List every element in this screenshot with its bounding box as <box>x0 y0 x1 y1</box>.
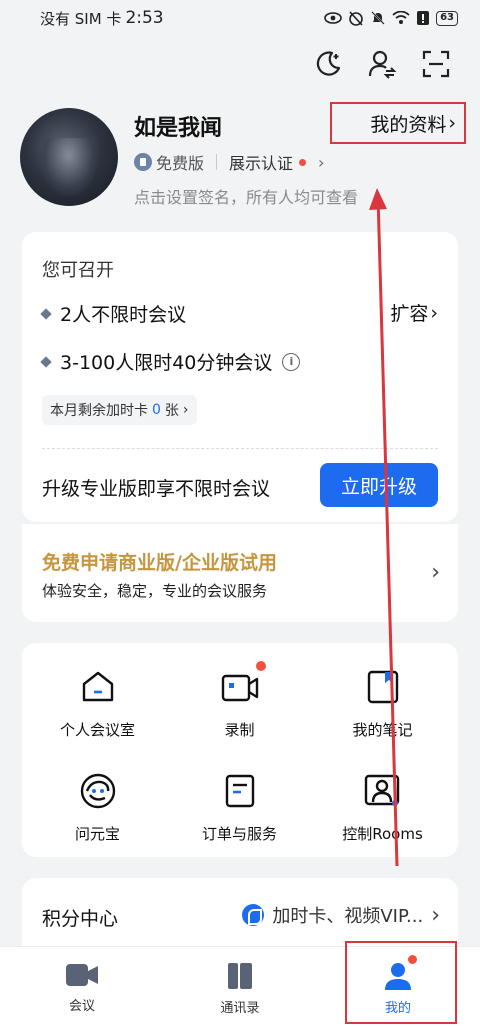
diamond-bullet-icon <box>40 307 52 320</box>
verify-link[interactable]: 展示认证 › <box>229 150 324 174</box>
edition-label: 免费版 <box>156 154 205 173</box>
tab-meeting[interactable]: 会议 <box>22 961 142 1014</box>
recording-notification-dot <box>255 661 266 671</box>
tab-contacts[interactable]: 通讯录 <box>180 961 300 1016</box>
upgrade-prompt: 升级专业版即享不限时会议 <box>42 478 271 500</box>
my-info-link[interactable]: 我的资料 › <box>330 102 466 144</box>
grid-item-label: 控制Rooms <box>342 825 423 843</box>
info-icon[interactable]: i <box>282 352 301 371</box>
trial-description: 体验安全，稳定，专业的会议服务 <box>42 582 268 600</box>
dark-mode-button[interactable] <box>312 48 344 80</box>
account-badges: 免费版 展示认证 › <box>134 150 324 174</box>
grid-item-label: 录制 <box>224 721 255 739</box>
alarm-off-icon <box>349 11 363 26</box>
alert-icon <box>417 11 430 25</box>
chevron-right-icon: › <box>318 152 325 172</box>
clock-time: 2:53 <box>125 8 164 28</box>
grid-item-rooms[interactable]: 控制Rooms <box>310 771 455 844</box>
top-actions <box>312 48 452 80</box>
grid-item-personal-room[interactable]: 个人会议室 <box>25 667 170 740</box>
order-icon <box>220 771 260 811</box>
meeting-tab-icon <box>66 964 98 986</box>
tab-label: 会议 <box>68 999 95 1014</box>
plan-label: 2人不限时会议 <box>60 304 187 326</box>
dashed-divider <box>42 448 438 449</box>
card-heading: 您可召开 <box>42 260 114 281</box>
verify-notification-dot <box>299 158 307 166</box>
chevron-right-icon: › <box>431 560 440 585</box>
annotation-highlight-box <box>345 941 457 1024</box>
user-name: 如是我闻 <box>134 116 223 141</box>
addon-prefix: 本月剩余加时卡 <box>50 403 148 419</box>
badge-divider <box>216 154 218 170</box>
edition-badge[interactable]: 免费版 <box>134 150 204 174</box>
plan-label: 3-100人限时40分钟会议 <box>60 352 273 374</box>
chevron-right-icon: › <box>182 402 189 418</box>
plan-item: 2人不限时会议 <box>40 300 187 327</box>
scan-icon <box>422 50 450 78</box>
eye-icon <box>324 12 342 24</box>
chevron-right-icon: › <box>430 301 438 324</box>
trial-card[interactable]: 免费申请商业版/企业版试用 体验安全，稳定，专业的会议服务 › <box>22 524 458 622</box>
wifi-icon <box>392 11 410 24</box>
signature-placeholder[interactable]: 点击设置签名，所有人均可查看 <box>134 184 358 208</box>
addon-suffix: 张 <box>164 403 179 419</box>
grid-item-label: 订单与服务 <box>201 825 277 843</box>
moon-icon <box>316 51 341 76</box>
status-icons: 63 <box>324 10 458 26</box>
chevron-right-icon: › <box>448 112 456 134</box>
grid-item-orders[interactable]: 订单与服务 <box>167 771 312 844</box>
feature-grid: 个人会议室 录制 我的笔记 问元宝 订单与服务 控制Rooms <box>22 643 458 857</box>
carrier-text: 没有 SIM 卡 <box>40 9 122 28</box>
free-edition-icon <box>134 153 152 171</box>
plan-item: 3-100人限时40分钟会议 i <box>40 348 301 375</box>
meeting-capability-card: 您可召开 2人不限时会议 扩容 › 3-100人限时40分钟会议 i 本月剩余加… <box>22 232 458 522</box>
video-record-icon <box>220 661 266 707</box>
status-bar: 没有 SIM 卡 2:53 63 <box>0 0 480 36</box>
points-title: 积分中心 <box>42 908 119 930</box>
scan-button[interactable] <box>420 48 452 80</box>
addon-card-chip[interactable]: 本月剩余加时卡 0 张 › <box>42 395 197 425</box>
avatar[interactable] <box>20 108 118 206</box>
person-switch-icon <box>368 50 397 79</box>
grid-item-label: 问元宝 <box>74 825 120 843</box>
contacts-tab-icon <box>228 963 252 989</box>
yuanbao-icon <box>78 771 118 811</box>
grid-item-recording[interactable]: 录制 <box>167 661 312 740</box>
account-switch-button[interactable] <box>366 48 398 80</box>
points-summary-text: 加时卡、视频VIP... <box>272 906 424 927</box>
expand-capacity-button[interactable]: 扩容 › <box>390 299 438 326</box>
trial-title: 免费申请商业版/企业版试用 <box>42 552 277 574</box>
notes-icon <box>363 667 403 707</box>
mute-bell-icon <box>371 11 385 25</box>
tab-label: 通讯录 <box>220 1001 260 1016</box>
expand-label: 扩容 <box>390 303 429 325</box>
grid-item-yuanbao[interactable]: 问元宝 <box>25 771 170 844</box>
points-summary: 加时卡、视频VIP... › <box>242 902 440 928</box>
grid-item-label: 个人会议室 <box>59 721 135 739</box>
home-icon <box>78 667 118 707</box>
verify-label: 展示认证 <box>229 154 294 173</box>
upgrade-button[interactable]: 立即升级 <box>320 463 438 507</box>
grid-item-notes[interactable]: 我的笔记 <box>310 667 455 740</box>
grid-item-label: 我的笔记 <box>352 721 413 739</box>
points-icon <box>242 904 265 926</box>
chevron-right-icon: › <box>431 902 440 928</box>
my-info-label: 我的资料 <box>370 113 447 136</box>
battery-indicator: 63 <box>436 10 458 26</box>
addon-count: 0 <box>152 402 161 418</box>
rooms-icon <box>363 771 403 811</box>
diamond-bullet-icon <box>40 355 52 368</box>
